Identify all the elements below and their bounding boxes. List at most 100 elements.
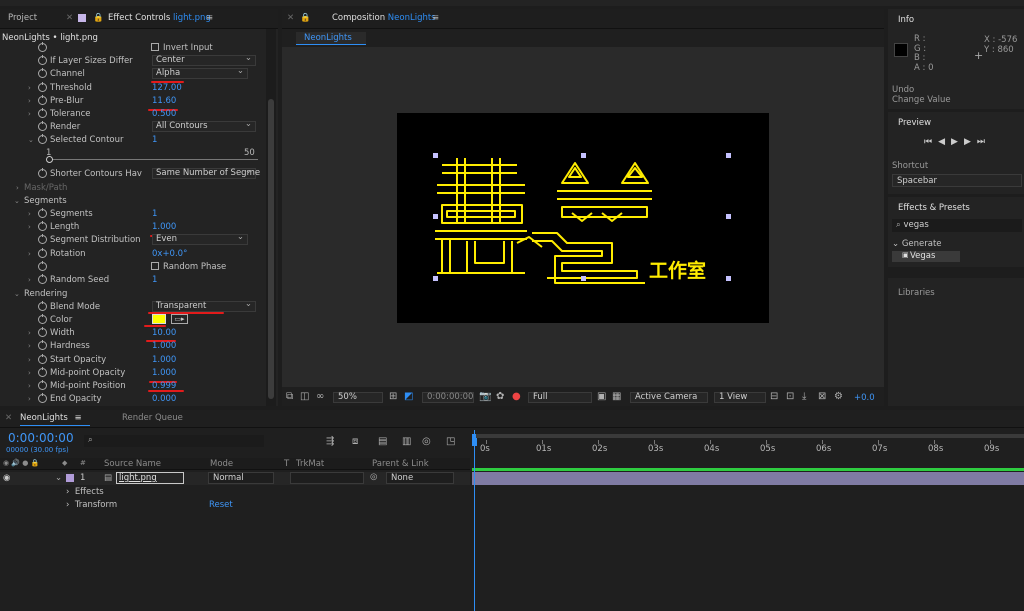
stopwatch-icon[interactable] [38, 274, 47, 284]
resolution-dropdown[interactable]: Full [528, 392, 592, 403]
length-value[interactable]: 1.000 [152, 222, 176, 232]
col-source-name[interactable]: Source Name [104, 459, 161, 469]
twirl-icon[interactable]: › [28, 223, 31, 231]
segment-distribution-dropdown[interactable]: Even [152, 233, 248, 245]
effects-search-input[interactable]: ⌕ vegas [892, 219, 1022, 232]
lock-icon[interactable]: 🔒 [93, 13, 104, 23]
zoom-dropdown[interactable]: 50% [333, 392, 383, 403]
stopwatch-icon[interactable] [38, 248, 47, 258]
work-area-bar[interactable] [472, 434, 1024, 438]
draft-3d-icon[interactable]: ⧈ [352, 436, 358, 447]
hardness-value[interactable]: 1.000 [152, 341, 176, 351]
panel-menu-icon[interactable]: ≡ [206, 13, 213, 23]
twirl-icon[interactable]: › [28, 250, 31, 258]
render-dropdown[interactable]: All Contours [152, 120, 256, 132]
twirl-open-icon[interactable]: ⌄ [55, 473, 62, 483]
twirl-icon[interactable]: › [28, 342, 31, 350]
tolerance-value[interactable]: 0.500 [152, 109, 176, 119]
twirl-icon[interactable]: › [28, 356, 31, 364]
twirl-open-icon[interactable]: ⌄ [28, 136, 34, 144]
slider-handle[interactable] [46, 156, 53, 163]
frame-blend-icon[interactable]: ▥ [402, 436, 411, 447]
close-icon[interactable]: ✕ [5, 413, 12, 423]
flowchart-icon[interactable]: ⚙ [834, 391, 843, 402]
camera-icon[interactable]: 📷 [479, 391, 491, 402]
play-icon[interactable]: ▶ [951, 137, 964, 147]
transform-reset-link[interactable]: Reset [209, 500, 233, 510]
lock-icon[interactable]: 🔒 [300, 13, 311, 23]
tab-render-queue[interactable]: Render Queue [122, 413, 183, 423]
width-value[interactable]: 10.00 [152, 328, 176, 338]
col-parent[interactable]: Parent & Link [372, 459, 429, 469]
stopwatch-icon[interactable] [38, 234, 47, 244]
camera-dropdown[interactable]: Active Camera [630, 392, 708, 403]
grid-icon[interactable]: ⊞ [389, 391, 397, 402]
vr-icon[interactable]: ∞ [316, 391, 324, 402]
rotation-value[interactable]: 0x+0.0° [152, 249, 187, 259]
layer-name[interactable]: light.png [116, 472, 184, 484]
prev-frame-icon[interactable]: ◀ [938, 137, 951, 147]
col-mode[interactable]: Mode [210, 459, 233, 469]
selected-contour-value[interactable]: 1 [152, 135, 157, 145]
threshold-value[interactable]: 127.00 [152, 83, 182, 93]
stopwatch-icon[interactable] [38, 68, 47, 78]
playhead-line[interactable] [474, 430, 475, 611]
stopwatch-icon[interactable] [38, 261, 47, 271]
pre-blur-value[interactable]: 11.60 [152, 96, 176, 106]
timeline-search-input[interactable]: ⌕ [84, 435, 264, 447]
twirl-icon[interactable]: › [28, 210, 31, 218]
timeline-timecode[interactable]: 0:00:00:00 [8, 431, 74, 445]
twirl-icon[interactable]: › [28, 369, 31, 377]
time-ruler[interactable]: 0s 01s 02s 03s 04s 05s 06s 07s 08s 09s [472, 440, 1024, 458]
stopwatch-icon[interactable] [38, 168, 47, 178]
render-icon[interactable]: ⤓ [802, 391, 806, 402]
twirl-open-icon[interactable]: ⌄ [14, 290, 20, 298]
tab-project[interactable]: Project [8, 13, 37, 23]
midpoint-opacity-value[interactable]: 1.000 [152, 368, 176, 378]
twirl-icon[interactable]: › [28, 97, 31, 105]
end-opacity-value[interactable]: 0.000 [152, 394, 176, 404]
stopwatch-icon[interactable] [38, 221, 47, 231]
stopwatch-icon[interactable] [38, 380, 47, 390]
color-icon[interactable]: ✿ [496, 391, 504, 402]
tab-effect-controls[interactable]: Effect Controls light.png [108, 13, 211, 23]
invert-input-checkbox[interactable] [151, 43, 159, 51]
stopwatch-icon[interactable] [38, 340, 47, 350]
stopwatch-icon[interactable] [38, 55, 47, 65]
mask-icon[interactable]: ◫ [300, 391, 309, 402]
layer-duration-bar[interactable] [472, 472, 1024, 485]
shy-icon[interactable]: ▤ [378, 436, 387, 447]
stopwatch-icon[interactable] [38, 393, 47, 403]
motion-blur-icon[interactable]: ◎ [422, 436, 431, 447]
channel-dropdown[interactable]: Alpha [152, 67, 248, 79]
transparency-grid-icon[interactable]: ▦ [612, 391, 621, 402]
col-trkmat[interactable]: TrkMat [296, 459, 324, 469]
tab-composition[interactable]: Composition NeonLights [332, 13, 436, 23]
twirl-icon[interactable]: › [28, 329, 31, 337]
layer-row[interactable]: ◉ ⌄ 1 ▤ light.png Normal ◎ None [0, 472, 470, 485]
layer-sizes-dropdown[interactable]: Center [152, 54, 256, 66]
exposure-value[interactable]: +0.0 [854, 393, 875, 403]
color-swatch[interactable] [152, 314, 166, 324]
blend-mode-dropdown[interactable]: Transparent [152, 300, 256, 312]
stopwatch-icon[interactable] [38, 208, 47, 218]
toggle-icon[interactable]: ⊟ [770, 391, 778, 402]
stopwatch-icon[interactable] [38, 134, 47, 144]
close-icon[interactable]: ✕ [66, 13, 73, 23]
stopwatch-icon[interactable] [38, 314, 47, 324]
pickwhip-icon[interactable]: ◎ [370, 472, 377, 482]
layer-transform-group[interactable]: › Transform [66, 500, 117, 510]
graph-editor-icon[interactable]: ◳ [446, 436, 455, 447]
stopwatch-icon[interactable] [38, 354, 47, 364]
stopwatch-icon[interactable] [38, 108, 47, 118]
start-opacity-value[interactable]: 1.000 [152, 355, 176, 365]
category-generate[interactable]: ⌄ Generate [892, 239, 942, 249]
transparency-icon[interactable]: ◩ [404, 391, 413, 402]
twirl-icon[interactable]: › [28, 84, 31, 92]
timeline-graph-area[interactable]: 0s 01s 02s 03s 04s 05s 06s 07s 08s 09s [472, 430, 1024, 611]
stopwatch-icon[interactable] [38, 327, 47, 337]
playhead-handle[interactable] [472, 438, 477, 446]
twirl-icon[interactable]: › [28, 395, 31, 403]
twirl-open-icon[interactable]: ⌄ [14, 197, 20, 205]
col-t[interactable]: T [284, 459, 289, 469]
